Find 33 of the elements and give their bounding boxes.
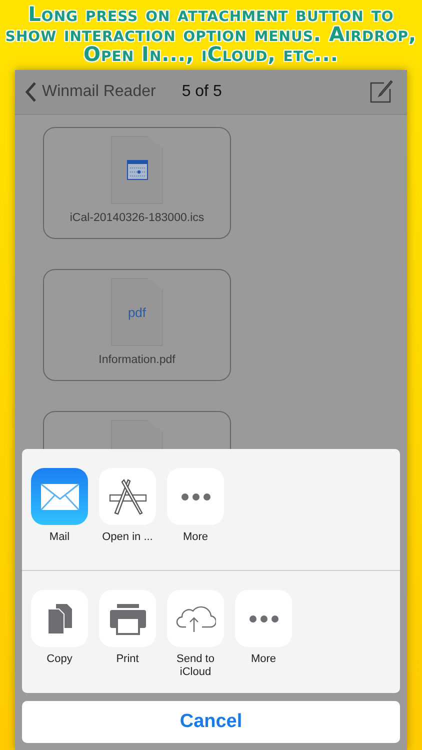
copy-icon bbox=[46, 602, 72, 634]
back-button[interactable]: Winmail Reader bbox=[25, 82, 156, 102]
copy-button[interactable] bbox=[31, 590, 88, 647]
more-button[interactable] bbox=[235, 590, 292, 647]
calendar-icon bbox=[126, 160, 148, 180]
attachment-card[interactable]: pdf Information.pdf bbox=[43, 269, 231, 381]
more-icon bbox=[180, 492, 210, 500]
cancel-button[interactable]: Cancel bbox=[22, 701, 400, 743]
headline: Long press on attachment button to show interaction option menus. Airdrop, Open In..., iCloud, etc... bbox=[5, 1, 417, 68]
pdf-label: pdf bbox=[128, 304, 146, 320]
mail-button[interactable] bbox=[31, 468, 88, 525]
attachment-card[interactable]: iCal-20140326-183000.ics bbox=[43, 127, 231, 239]
share-label: Mail bbox=[48, 531, 71, 544]
more-icon bbox=[248, 614, 278, 622]
print-button[interactable] bbox=[99, 590, 156, 647]
appstore-button[interactable] bbox=[99, 468, 156, 525]
file-name: iCal-20140326-183000.ics bbox=[70, 212, 204, 224]
share-label: Copy bbox=[46, 653, 74, 666]
envelope-icon bbox=[40, 482, 80, 510]
share-label: More bbox=[250, 653, 278, 666]
cloud-upload-icon bbox=[176, 604, 216, 632]
share-label: Open in ... bbox=[101, 531, 154, 544]
nav-title: 5 of 5 bbox=[182, 83, 222, 101]
share-label: Print bbox=[115, 653, 140, 666]
chevron-icon bbox=[25, 82, 37, 102]
compose-icon[interactable] bbox=[369, 80, 393, 104]
file-name: Information.pdf bbox=[98, 354, 176, 366]
pencil-ruler-icon bbox=[108, 476, 148, 516]
share-label: Send to iCloud bbox=[176, 653, 216, 679]
share-label: More bbox=[182, 531, 210, 544]
printer-icon bbox=[108, 602, 146, 634]
more-button[interactable] bbox=[167, 468, 224, 525]
cloud-button[interactable] bbox=[167, 590, 224, 647]
